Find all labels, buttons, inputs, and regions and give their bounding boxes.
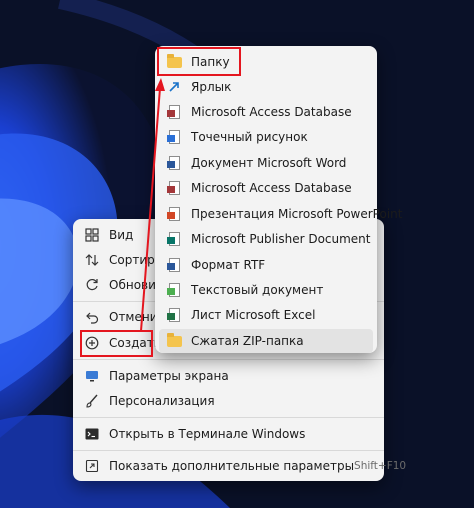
refresh-icon (84, 277, 100, 293)
terminal-icon (84, 426, 100, 442)
menu-item-personalize[interactable]: Персонализация (77, 389, 380, 413)
annotation-box-folder (157, 47, 241, 76)
menu-item-label: Открыть в Терминале Windows (109, 427, 306, 441)
submenu-item-label: Ярлык (191, 80, 232, 94)
annotation-box-create (80, 330, 153, 357)
menu-item-open-terminal[interactable]: Открыть в Терминале Windows (77, 422, 380, 446)
submenu-item-label: Microsoft Access Database (191, 181, 352, 195)
submenu-item-label: Сжатая ZIP-папка (191, 334, 304, 348)
word-icon (166, 155, 182, 171)
bitmap-icon (166, 129, 182, 145)
submenu-item-label: Презентация Microsoft PowerPoint (191, 207, 403, 221)
submenu-item-bitmap[interactable]: Точечный рисунок (159, 125, 373, 149)
menu-item-label: Параметры экрана (109, 369, 229, 383)
submenu-item-access-database[interactable]: Microsoft Access Database (159, 100, 373, 124)
menu-item-label: Персонализация (109, 394, 215, 408)
submenu-item-word-document[interactable]: Документ Microsoft Word (159, 151, 373, 175)
submenu-item-label: Microsoft Publisher Document (191, 232, 371, 246)
submenu-item-excel[interactable]: Лист Microsoft Excel (159, 303, 373, 327)
undo-icon (84, 309, 100, 325)
access-icon (166, 180, 182, 196)
powerpoint-icon (166, 206, 182, 222)
display-icon (84, 368, 100, 384)
menu-item-display-settings[interactable]: Параметры экрана (77, 364, 380, 388)
access-icon (166, 104, 182, 120)
brush-icon (84, 393, 100, 409)
menu-separator (73, 417, 384, 418)
submenu-item-label: Лист Microsoft Excel (191, 308, 316, 322)
submenu-item-label: Документ Microsoft Word (191, 156, 347, 170)
submenu-item-shortcut[interactable]: Ярлык (159, 75, 373, 99)
grid-icon (84, 227, 100, 243)
keyboard-shortcut: Shift+F10 (354, 460, 407, 472)
submenu-item-label: Microsoft Access Database (191, 105, 352, 119)
submenu-item-access-database-2[interactable]: Microsoft Access Database (159, 176, 373, 200)
sort-icon (84, 252, 100, 268)
submenu-item-label: Точечный рисунок (191, 130, 308, 144)
submenu-item-label: Текстовый документ (191, 283, 324, 297)
publisher-icon (166, 231, 182, 247)
excel-icon (166, 307, 182, 323)
menu-item-label: Показать дополнительные параметры (109, 459, 355, 473)
submenu-item-powerpoint[interactable]: Презентация Microsoft PowerPoint (159, 202, 402, 226)
submenu-item-rtf[interactable]: Формат RTF (159, 253, 373, 277)
zip-folder-icon (166, 332, 182, 349)
rtf-icon (166, 257, 182, 273)
submenu-item-label: Формат RTF (191, 258, 266, 272)
menu-item-show-more-options[interactable]: Показать дополнительные параметры Shift+… (77, 454, 406, 478)
submenu-item-zip-folder[interactable]: Сжатая ZIP-папка (159, 329, 373, 353)
text-icon (166, 282, 182, 298)
submenu-item-publisher[interactable]: Microsoft Publisher Document (159, 227, 373, 251)
new-submenu: Папку Ярлык Microsoft Access Database То… (155, 46, 402, 353)
menu-separator (73, 450, 384, 451)
shortcut-icon (166, 79, 182, 95)
menu-separator (73, 359, 384, 360)
more-icon (84, 458, 100, 474)
submenu-item-text-document[interactable]: Текстовый документ (159, 278, 373, 302)
